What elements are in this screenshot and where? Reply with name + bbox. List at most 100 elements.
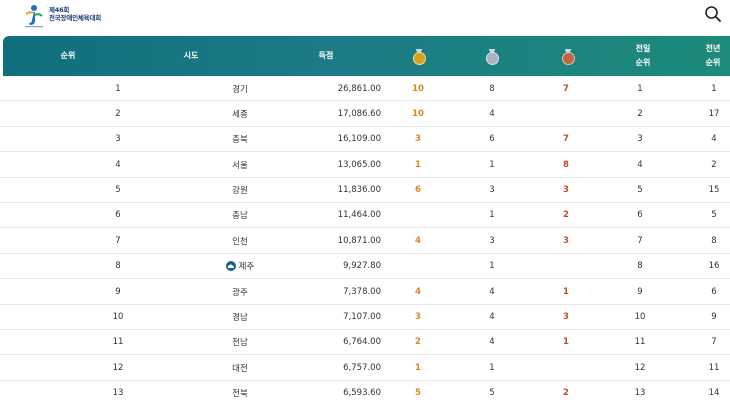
table-row[interactable]: 10 경남 7,107.00 3 4 3 10 9 — [0, 305, 730, 330]
cell-prev: 10 — [634, 312, 646, 323]
cell-gold: 1 — [415, 362, 421, 373]
cell-lastyr: 11 — [708, 362, 720, 373]
table-header: 순위 시도 득점 전일 순위 전년 순위 — [3, 36, 730, 76]
table-row[interactable]: 5 강원 11,836.00 6 3 3 5 15 — [0, 178, 730, 203]
cell-score: 6,764.00 — [343, 337, 381, 348]
cell-score: 13,065.00 — [337, 159, 381, 170]
cell-sido: 강원 — [232, 186, 248, 197]
cell-rank: 5 — [115, 185, 121, 196]
cell-bronze: 7 — [563, 83, 569, 94]
cell-bronze: 3 — [563, 235, 569, 246]
cell-lastyr: 15 — [708, 185, 720, 196]
column-header-silver[interactable] — [480, 36, 504, 76]
cell-bronze — [552, 101, 580, 126]
cell-silver: 1 — [489, 261, 495, 272]
cell-score: 6,757.00 — [343, 362, 381, 373]
search-icon[interactable] — [704, 5, 722, 23]
cell-rank: 10 — [112, 312, 124, 323]
table-row[interactable]: 13 전북 6,593.60 5 5 2 13 14 — [0, 381, 730, 404]
column-header-gold[interactable] — [407, 36, 431, 76]
cell-sido: 경남 — [232, 313, 248, 324]
cell-rank: 11 — [112, 337, 124, 348]
cell-gold: 3 — [415, 312, 421, 323]
cell-sido: 세종 — [232, 109, 248, 120]
cell-lastyr: 2 — [711, 159, 717, 170]
table-row[interactable]: 2 세종 17,086.60 10 4 2 17 — [0, 101, 730, 127]
prev-year-rank-line-2: 순위 — [705, 58, 721, 67]
table-row[interactable]: 12 대전 6,757.00 1 1 12 11 — [0, 355, 730, 381]
cell-silver: 3 — [489, 185, 495, 196]
cell-silver: 3 — [489, 235, 495, 246]
cell-gold: 4 — [415, 286, 421, 297]
cell-rank: 13 — [112, 388, 124, 399]
silver-medal-icon — [485, 48, 499, 65]
logo-line-1: 제46회 — [49, 6, 70, 14]
cell-lastyr: 6 — [711, 286, 717, 297]
cell-silver: 4 — [489, 337, 495, 348]
column-header-prev-year-rank[interactable]: 전년 순위 — [695, 36, 730, 76]
cell-sido: 경기 — [232, 84, 248, 95]
cell-bronze: 1 — [563, 337, 569, 348]
table-row[interactable]: 3 충북 16,109.00 3 6 7 3 4 — [0, 127, 730, 153]
cell-prev: 4 — [637, 159, 643, 170]
cell-lastyr: 8 — [711, 235, 717, 246]
cell-bronze: 3 — [563, 312, 569, 323]
cell-sido: 전남 — [232, 338, 248, 349]
table-body: 1 경기 26,861.00 10 8 7 1 1 2 세종 17,086.60 10 4 2 17 3 충북 1… — [0, 76, 730, 404]
cell-sido: 대전 — [232, 363, 248, 374]
column-header-sido[interactable]: 시도 — [166, 36, 216, 76]
cell-bronze: 1 — [563, 286, 569, 297]
table-row[interactable]: 4 서울 13,065.00 1 1 8 4 2 — [0, 152, 730, 178]
column-header-rank[interactable]: 순위 — [43, 36, 93, 76]
column-header-bronze[interactable] — [556, 36, 580, 76]
cell-gold: 5 — [415, 388, 421, 399]
cell-score: 11,464.00 — [337, 210, 381, 221]
cell-score: 9,927.80 — [343, 261, 381, 272]
table-row[interactable]: 1 경기 26,861.00 10 8 7 1 1 — [0, 76, 730, 102]
cell-lastyr: 14 — [708, 388, 720, 399]
cell-lastyr: 5 — [711, 210, 717, 221]
cell-gold: 1 — [415, 159, 421, 170]
cell-lastyr: 7 — [711, 337, 717, 348]
cell-prev: 8 — [637, 261, 643, 272]
cell-gold — [404, 254, 432, 279]
cell-rank: 12 — [112, 362, 124, 373]
cell-gold: 10 — [412, 108, 424, 119]
cell-lastyr: 4 — [711, 134, 717, 145]
top-bar: 제46회 전국장애인체육대회 — [0, 0, 730, 34]
cell-gold — [404, 203, 432, 228]
cell-score: 11,836.00 — [337, 185, 381, 196]
cell-bronze: 2 — [563, 210, 569, 221]
table-row[interactable]: 9 광주 7,378.00 4 4 1 9 6 — [0, 279, 730, 305]
cell-rank: 4 — [115, 159, 121, 170]
column-header-prev-day-rank[interactable]: 전일 순위 — [623, 36, 663, 76]
table-row[interactable]: 7 인천 10,871.00 4 3 3 7 8 — [0, 228, 730, 254]
column-header-score[interactable]: 득점 — [301, 36, 351, 76]
cell-sido-text: 제주 — [238, 262, 255, 273]
cell-silver: 1 — [489, 159, 495, 170]
event-logo[interactable]: 제46회 전국장애인체육대회 — [22, 4, 101, 28]
cell-score: 10,871.00 — [337, 235, 381, 246]
prev-day-rank-line-2: 순위 — [635, 58, 651, 67]
cell-prev: 6 — [637, 210, 643, 221]
cell-sido: 충북 — [232, 135, 248, 146]
cell-gold: 10 — [412, 83, 424, 94]
cell-sido: 제주 — [205, 254, 275, 279]
table-row[interactable]: 11 전남 6,764.00 2 4 1 11 7 — [0, 330, 730, 356]
cell-bronze: 7 — [563, 134, 569, 145]
cell-silver: 4 — [489, 108, 495, 119]
cell-gold: 2 — [415, 337, 421, 348]
cell-prev: 9 — [637, 286, 643, 297]
cell-bronze: 3 — [563, 185, 569, 196]
cell-bronze: 2 — [563, 388, 569, 399]
cell-lastyr: 16 — [708, 261, 720, 272]
cell-score: 6,593.60 — [343, 388, 381, 399]
cell-silver: 4 — [489, 312, 495, 323]
cell-score: 7,107.00 — [343, 312, 381, 323]
cell-bronze — [552, 355, 580, 380]
cell-gold: 3 — [415, 134, 421, 145]
cell-sido: 충남 — [232, 211, 248, 222]
cell-silver: 1 — [489, 210, 495, 221]
table-row[interactable]: 6 충남 11,464.00 1 2 6 5 — [0, 203, 730, 229]
table-row[interactable]: 8 제주 9,927.80 1 8 16 — [0, 254, 730, 280]
